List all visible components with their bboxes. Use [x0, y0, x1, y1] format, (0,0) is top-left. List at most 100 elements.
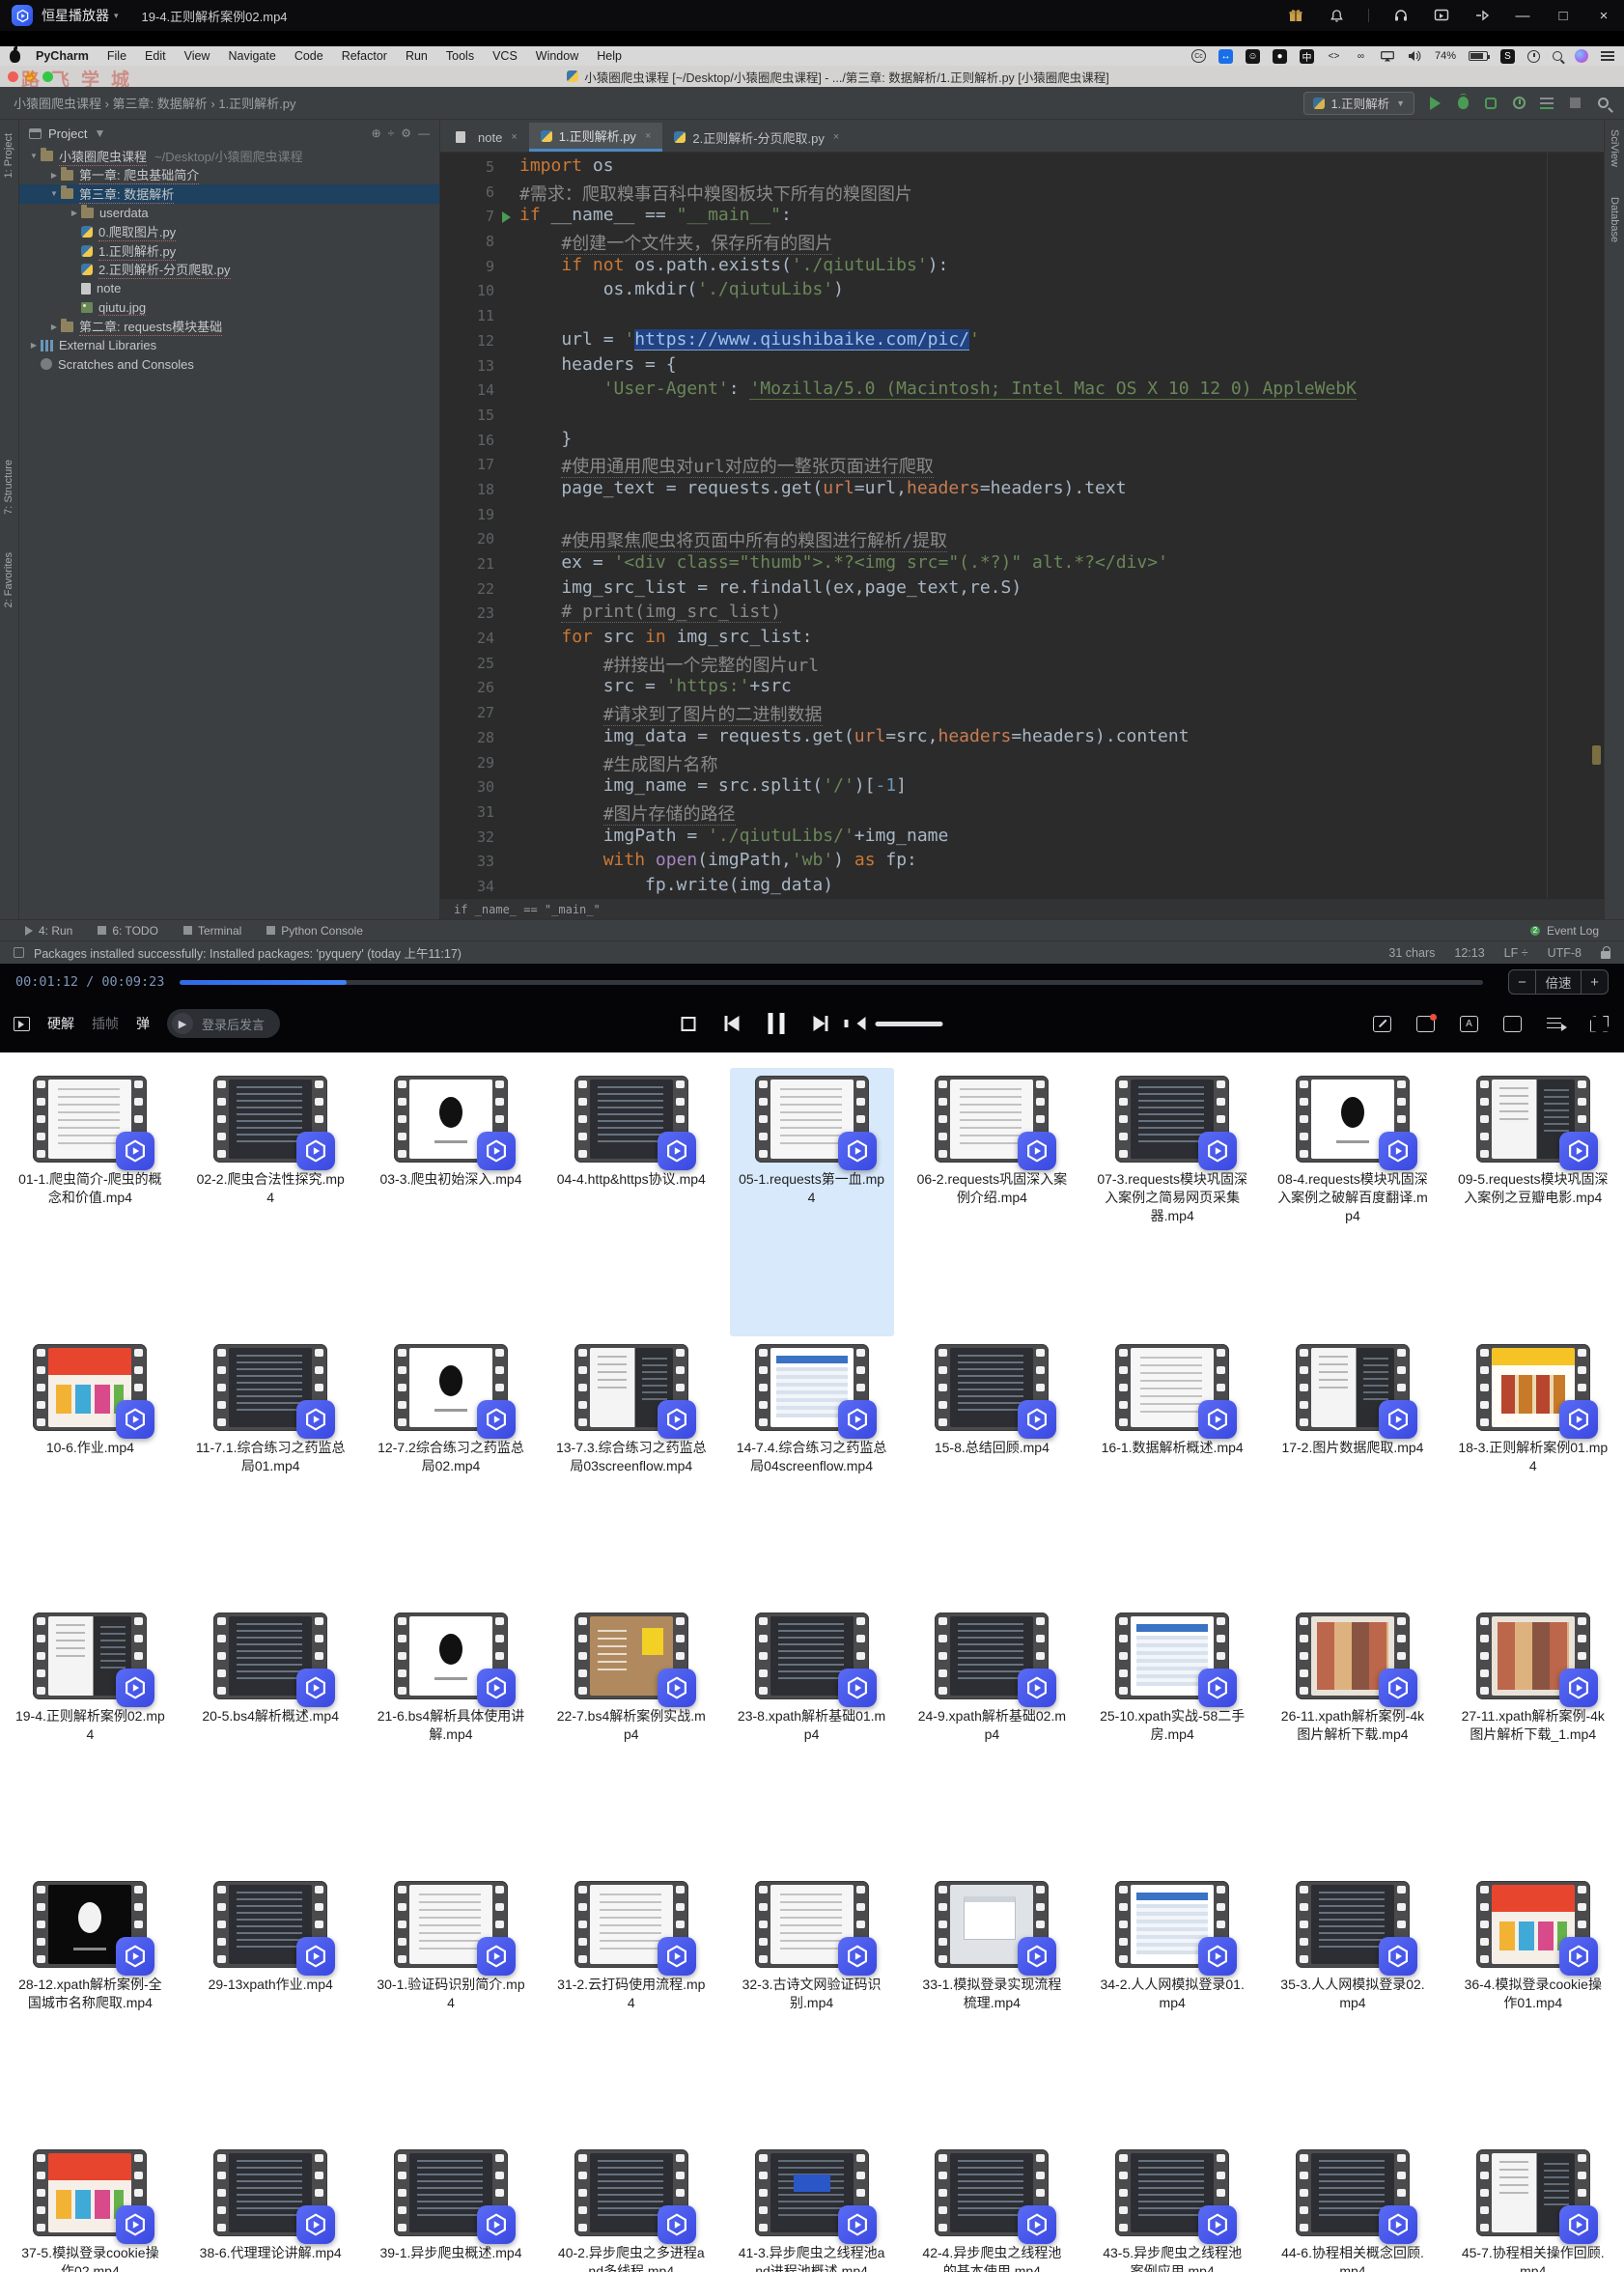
toolwindow-tab-database[interactable]: Database [1609, 197, 1620, 242]
airplay-icon[interactable] [1381, 49, 1395, 64]
emoji-app-icon[interactable]: ☺ [1246, 49, 1260, 64]
playlist-item[interactable]: 30-1.验证码识别简介.mp4 [369, 1873, 533, 2142]
run-with-button[interactable] [1539, 96, 1554, 111]
status-right-item-1[interactable]: 12:13 [1454, 946, 1484, 960]
menubar-item-help[interactable]: Help [597, 49, 622, 63]
toolwindow-button-2[interactable]: 6: TODO [98, 924, 158, 938]
clock-icon[interactable] [1527, 50, 1540, 63]
stop-button[interactable] [1567, 96, 1582, 111]
playlist-item[interactable]: 34-2.人人网模拟登录01.mp4 [1090, 1873, 1254, 2142]
playlist-item[interactable]: 24-9.xpath解析基础02.mp4 [910, 1605, 1074, 1873]
playlist-item[interactable]: 19-4.正则解析案例02.mp4 [8, 1605, 172, 1873]
app-menu-caret-icon[interactable]: ▾ [114, 11, 119, 21]
code-area[interactable]: 5import os6#需求：爬取糗事百科中糗图板块下所有的糗图图片7if __… [440, 153, 1604, 898]
code-editor[interactable]: note×1.正则解析.py×2.正则解析-分页爬取.py× 5import o… [440, 120, 1604, 919]
hide-panel-icon[interactable]: — [418, 126, 430, 140]
close-icon[interactable]: × [645, 130, 651, 142]
tree-item[interactable]: note [19, 279, 439, 298]
volume-control[interactable] [857, 1017, 943, 1030]
playlist-item[interactable]: 45-7.协程相关操作回顾.mp4 [1451, 2142, 1615, 2272]
breadcrumb[interactable]: 小猿圈爬虫课程 › 第三章: 数据解析 › 1.正则解析.py [14, 94, 296, 112]
maximize-button[interactable]: □ [1554, 8, 1572, 24]
lock-icon[interactable] [1601, 951, 1610, 959]
playlist-item[interactable]: 39-1.异步爬虫概述.mp4 [369, 2142, 533, 2272]
playlist-item[interactable]: 13-7.3.综合练习之药监总局03screenflow.mp4 [549, 1336, 714, 1605]
search-everywhere-icon[interactable] [1595, 96, 1610, 111]
collapse-all-icon[interactable]: ÷ [388, 126, 395, 140]
screen-capture-icon[interactable] [1433, 7, 1450, 24]
playlist-item[interactable]: 05-1.requests第一血.mp4 [730, 1068, 894, 1336]
toolwindow-button-1[interactable]: 4: Run [25, 924, 72, 938]
toolwindow-tab-sciview[interactable]: SciView [1609, 129, 1620, 167]
screenshot-icon[interactable] [1416, 1016, 1435, 1032]
chevron-right-icon[interactable]: ▶ [47, 171, 61, 180]
editor-breadcrumb[interactable]: if _name_ == "_main_" [440, 898, 1604, 919]
playlist-item[interactable]: 11-7.1.综合练习之药监总局01.mp4 [188, 1336, 352, 1605]
debug-button[interactable] [1455, 96, 1470, 111]
chevron-right-icon[interactable]: ▶ [68, 209, 81, 217]
playlist-item[interactable]: 27-11.xpath解析案例-4k图片解析下载_1.mp4 [1451, 1605, 1615, 1873]
tree-item[interactable]: qiutu.jpg [19, 298, 439, 318]
playlist-item[interactable]: 21-6.bs4解析具体使用讲解.mp4 [369, 1605, 533, 1873]
video-display-area[interactable]: PyCharmFileEditViewNavigateCodeRefactorR… [0, 31, 1624, 964]
playlist-item[interactable]: 40-2.异步爬虫之多进程and多线程.mp4 [549, 2142, 714, 2272]
playlist-item[interactable]: 33-1.模拟登录实现流程梳理.mp4 [910, 1873, 1074, 2142]
playlist-item[interactable]: 43-5.异步爬虫之线程池案例应用.mp4 [1090, 2142, 1254, 2272]
teamviewer-icon[interactable]: ↔ [1218, 49, 1233, 64]
toolwindow-tab-structure[interactable]: 7: Structure [3, 460, 14, 515]
tree-item[interactable]: ▼小猿圈爬虫课程~/Desktop/小猿圈爬虫课程 [19, 147, 439, 166]
pause-button[interactable] [769, 1013, 785, 1034]
run-line-icon[interactable] [502, 211, 511, 223]
tree-item[interactable]: ▶第一章: 爬虫基础简介 [19, 166, 439, 185]
playlist-item[interactable]: 12-7.2综合练习之药监总局02.mp4 [369, 1336, 533, 1605]
toolwindow-toggle-icon[interactable] [14, 947, 24, 958]
cast-plug-icon[interactable] [1473, 7, 1491, 24]
menubar-item-pycharm[interactable]: PyCharm [36, 49, 89, 63]
danmaku-input[interactable]: ▶ 登录后发言 [167, 1009, 280, 1038]
toolwindow-tab-favorites[interactable]: 2: Favorites [3, 552, 14, 607]
coverage-button[interactable] [1483, 96, 1498, 111]
volume-menu-icon[interactable] [1408, 49, 1422, 64]
editor-tab[interactable]: 2.正则解析-分页爬取.py× [662, 123, 851, 152]
playlist-item[interactable]: 10-6.作业.mp4 [8, 1336, 172, 1605]
spotlight-search-icon[interactable] [1553, 51, 1562, 61]
playlist-item[interactable]: 18-3.正则解析案例01.mp4 [1451, 1336, 1615, 1605]
danmaku-toggle[interactable]: 弹 [136, 1014, 150, 1033]
menubar-item-run[interactable]: Run [406, 49, 428, 63]
shortcut-app-icon[interactable]: S [1500, 49, 1515, 64]
mac-zoom-button[interactable] [42, 71, 53, 82]
edit-notes-icon[interactable] [1373, 1016, 1391, 1032]
playlist-item[interactable]: 16-1.数据解析概述.mp4 [1090, 1336, 1254, 1605]
playlist-item[interactable]: 08-4.requests模块巩固深入案例之破解百度翻译.mp4 [1271, 1068, 1435, 1336]
next-button[interactable] [814, 1016, 828, 1031]
input-method-icon[interactable]: 中 [1300, 49, 1314, 64]
menubar-item-navigate[interactable]: Navigate [228, 49, 275, 63]
mac-close-button[interactable] [8, 71, 18, 82]
tree-item[interactable]: 2.正则解析-分页爬取.py [19, 261, 439, 280]
speed-label[interactable]: 倍速 [1536, 970, 1581, 994]
playlist-item[interactable]: 26-11.xpath解析案例-4k图片解析下载.mp4 [1271, 1605, 1435, 1873]
playlist-item[interactable]: 29-13xpath作业.mp4 [188, 1873, 352, 2142]
gift-icon[interactable] [1287, 7, 1304, 24]
tree-item[interactable]: 0.爬取图片.py [19, 222, 439, 241]
profiler-button[interactable] [1511, 96, 1526, 111]
menubar-item-refactor[interactable]: Refactor [342, 49, 387, 63]
scrollbar-warning-marker[interactable] [1592, 745, 1601, 765]
playlist-item[interactable]: 23-8.xpath解析基础01.mp4 [730, 1605, 894, 1873]
tree-item[interactable]: ▼第三章: 数据解析 [19, 184, 439, 204]
bell-icon[interactable] [1328, 7, 1345, 24]
menubar-item-window[interactable]: Window [536, 49, 578, 63]
menubar-item-edit[interactable]: Edit [145, 49, 166, 63]
menubar-item-view[interactable]: View [184, 49, 210, 63]
locate-icon[interactable]: ⊕ [372, 126, 381, 140]
chevron-down-icon[interactable]: ▼ [27, 152, 41, 160]
volume-icon[interactable] [857, 1017, 866, 1030]
playlist-item[interactable]: 09-5.requests模块巩固深入案例之豆瓣电影.mp4 [1451, 1068, 1615, 1336]
tree-item[interactable]: Scratches and Consoles [19, 355, 439, 375]
speed-plus-button[interactable]: + [1581, 970, 1608, 994]
close-button[interactable]: × [1595, 8, 1612, 24]
playlist-item[interactable]: 15-8.总结回顾.mp4 [910, 1336, 1074, 1605]
playlist-item[interactable]: 28-12.xpath解析案例-全国城市名称爬取.mp4 [8, 1873, 172, 2142]
mic-app-icon[interactable]: ● [1273, 49, 1287, 64]
status-right-item-3[interactable]: UTF-8 [1548, 946, 1582, 960]
